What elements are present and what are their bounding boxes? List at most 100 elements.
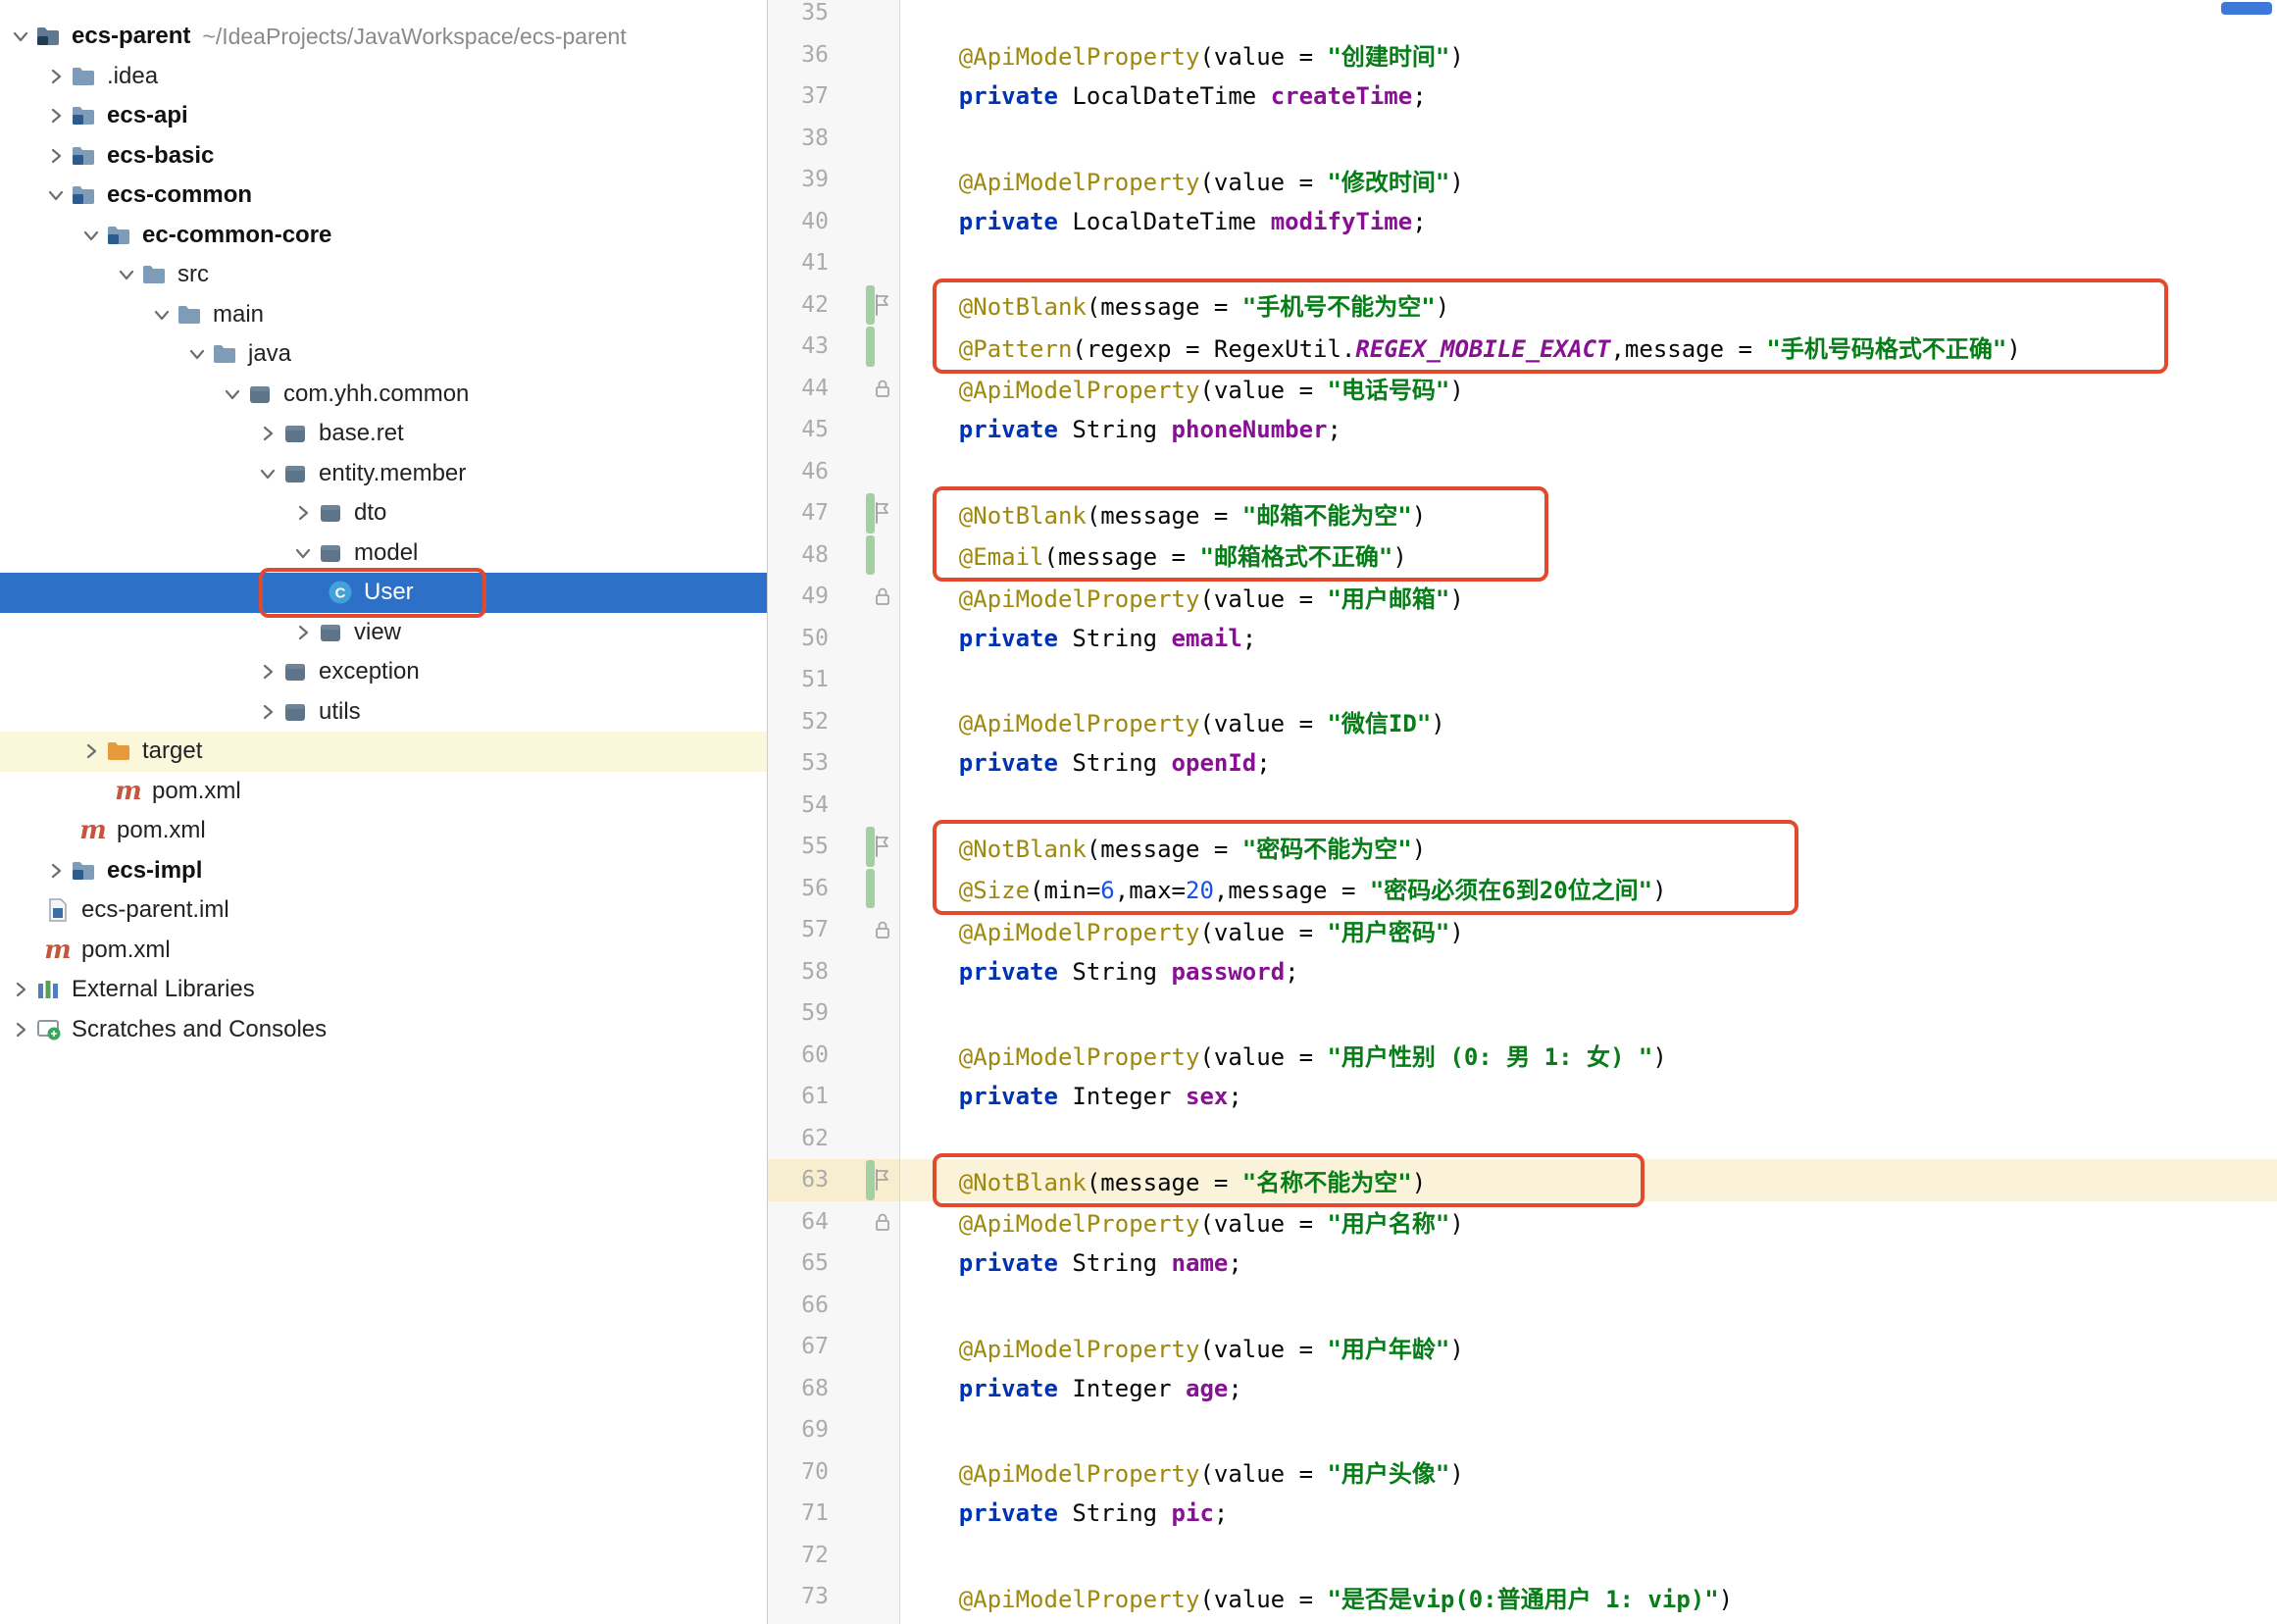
code-text[interactable]: @Email(message = "邮箱格式不正确") xyxy=(900,537,1407,572)
gutter-lock-icon[interactable] xyxy=(870,1209,895,1235)
chevron-down-icon[interactable] xyxy=(78,223,104,248)
code-line-69[interactable]: 69 xyxy=(768,1409,2277,1451)
chevron-right-icon[interactable] xyxy=(43,858,69,884)
chevron-right-icon[interactable] xyxy=(78,738,104,764)
chevron-right-icon[interactable] xyxy=(43,64,69,89)
code-line-64[interactable]: 64 @ApiModelProperty(value = "用户名称") xyxy=(768,1201,2277,1243)
vcs-change-marker[interactable] xyxy=(866,869,875,909)
code-editor[interactable]: 3536 @ApiModelProperty(value = "创建时间")37… xyxy=(768,0,2277,1624)
code-line-72[interactable]: 72 xyxy=(768,1535,2277,1577)
code-text[interactable]: @NotBlank(message = "名称不能为空") xyxy=(900,1163,1426,1197)
code-line-70[interactable]: 70 @ApiModelProperty(value = "用户头像") xyxy=(768,1451,2277,1494)
tree-item-ecs-parent[interactable]: ecs-parent~/IdeaProjects/JavaWorkspace/e… xyxy=(0,17,767,57)
code-line-57[interactable]: 57 @ApiModelProperty(value = "用户密码") xyxy=(768,909,2277,951)
code-line-62[interactable]: 62 xyxy=(768,1118,2277,1160)
code-text[interactable]: @Size(min=6,max=20,message = "密码必须在6到20位… xyxy=(900,871,1667,905)
code-line-59[interactable]: 59 xyxy=(768,992,2277,1035)
tree-item-java[interactable]: java xyxy=(0,334,767,375)
tree-item-ecs-impl[interactable]: ecs-impl xyxy=(0,851,767,891)
code-line-56[interactable]: 56 @Size(min=6,max=20,message = "密码必须在6到… xyxy=(768,868,2277,910)
chevron-right-icon[interactable] xyxy=(43,103,69,128)
scrollbar-thumb[interactable] xyxy=(2221,2,2272,15)
code-line-66[interactable]: 66 xyxy=(768,1285,2277,1327)
code-text[interactable]: @ApiModelProperty(value = "电话号码") xyxy=(900,371,1464,405)
code-line-42[interactable]: 42 @NotBlank(message = "手机号不能为空") xyxy=(768,284,2277,327)
code-line-35[interactable]: 35 xyxy=(768,0,2277,34)
gutter-flag-icon[interactable] xyxy=(870,292,895,318)
code-text[interactable]: @ApiModelProperty(value = "微信ID") xyxy=(900,704,1445,738)
vcs-change-marker[interactable] xyxy=(866,327,875,367)
code-line-40[interactable]: 40 private LocalDateTime modifyTime; xyxy=(768,201,2277,243)
tree-item-entity-member[interactable]: entity.member xyxy=(0,454,767,494)
tree-item-main[interactable]: main xyxy=(0,295,767,335)
code-text[interactable]: @ApiModelProperty(value = "用户年龄") xyxy=(900,1330,1464,1364)
code-text[interactable]: @NotBlank(message = "手机号不能为空") xyxy=(900,287,1449,322)
code-line-74[interactable]: 74 private Integer isVip; xyxy=(768,1618,2277,1624)
code-text[interactable]: @NotBlank(message = "密码不能为空") xyxy=(900,830,1426,864)
tree-item-ecs-parent-iml[interactable]: ecs-parent.iml xyxy=(0,890,767,931)
code-line-60[interactable]: 60 @ApiModelProperty(value = "用户性别 (0: 男… xyxy=(768,1035,2277,1077)
code-text[interactable]: @ApiModelProperty(value = "修改时间") xyxy=(900,163,1464,197)
code-text[interactable]: private LocalDateTime modifyTime; xyxy=(900,208,1427,235)
tree-item-ec-common-core[interactable]: ec-common-core xyxy=(0,216,767,256)
code-text[interactable]: @ApiModelProperty(value = "用户名称") xyxy=(900,1204,1464,1239)
chevron-right-icon[interactable] xyxy=(290,620,316,645)
tree-item-ecs-common[interactable]: ecs-common xyxy=(0,176,767,216)
chevron-down-icon[interactable] xyxy=(184,341,210,367)
code-line-54[interactable]: 54 xyxy=(768,785,2277,827)
code-text[interactable]: @Pattern(regexp = RegexUtil.REGEX_MOBILE… xyxy=(900,330,2021,364)
code-line-53[interactable]: 53 private String openId; xyxy=(768,742,2277,785)
code-line-37[interactable]: 37 private LocalDateTime createTime; xyxy=(768,76,2277,118)
code-text[interactable]: @ApiModelProperty(value = "用户头像") xyxy=(900,1454,1464,1489)
chevron-right-icon[interactable] xyxy=(255,659,280,685)
code-text[interactable]: private LocalDateTime createTime; xyxy=(900,82,1427,110)
gutter-flag-icon[interactable] xyxy=(870,500,895,526)
code-line-55[interactable]: 55 @NotBlank(message = "密码不能为空") xyxy=(768,826,2277,868)
code-text[interactable]: private String pic; xyxy=(900,1499,1228,1527)
code-line-38[interactable]: 38 xyxy=(768,118,2277,160)
gutter-lock-icon[interactable] xyxy=(870,584,895,609)
code-text[interactable]: private String phoneNumber; xyxy=(900,416,1341,443)
code-text[interactable]: @ApiModelProperty(value = "创建时间") xyxy=(900,37,1464,72)
code-text[interactable]: private Integer age; xyxy=(900,1375,1242,1402)
chevron-down-icon[interactable] xyxy=(149,302,175,328)
code-text[interactable]: @NotBlank(message = "邮箱不能为空") xyxy=(900,496,1426,531)
tree-item-model[interactable]: model xyxy=(0,533,767,574)
code-text[interactable]: @ApiModelProperty(value = "用户性别 (0: 男 1:… xyxy=(900,1038,1667,1072)
tree-item-src[interactable]: src xyxy=(0,255,767,295)
code-line-45[interactable]: 45 private String phoneNumber; xyxy=(768,409,2277,451)
tree-item-com-yhh-common[interactable]: com.yhh.common xyxy=(0,375,767,415)
code-text[interactable]: private Integer sex; xyxy=(900,1083,1242,1110)
code-line-67[interactable]: 67 @ApiModelProperty(value = "用户年龄") xyxy=(768,1326,2277,1368)
code-line-36[interactable]: 36 @ApiModelProperty(value = "创建时间") xyxy=(768,34,2277,76)
code-text[interactable]: @ApiModelProperty(value = "用户密码") xyxy=(900,913,1464,947)
tree-item-target[interactable]: target xyxy=(0,732,767,772)
tree-item-user[interactable]: CUser xyxy=(0,573,767,613)
chevron-right-icon[interactable] xyxy=(8,977,33,1002)
code-line-48[interactable]: 48 @Email(message = "邮箱格式不正确") xyxy=(768,534,2277,577)
code-line-52[interactable]: 52 @ApiModelProperty(value = "微信ID") xyxy=(768,701,2277,743)
tree-item-base-ret[interactable]: base.ret xyxy=(0,414,767,454)
code-line-51[interactable]: 51 xyxy=(768,659,2277,701)
code-line-47[interactable]: 47 @NotBlank(message = "邮箱不能为空") xyxy=(768,492,2277,534)
gutter-lock-icon[interactable] xyxy=(870,917,895,942)
chevron-down-icon[interactable] xyxy=(255,461,280,486)
tree-item-external-libraries[interactable]: External Libraries xyxy=(0,970,767,1010)
chevron-right-icon[interactable] xyxy=(255,421,280,446)
chevron-down-icon[interactable] xyxy=(8,24,33,49)
chevron-down-icon[interactable] xyxy=(220,381,245,407)
tree-item-pom-xml[interactable]: mpom.xml xyxy=(0,931,767,971)
code-line-65[interactable]: 65 private String name; xyxy=(768,1243,2277,1285)
chevron-right-icon[interactable] xyxy=(290,500,316,526)
code-text[interactable]: private String openId; xyxy=(900,749,1271,777)
tree-item-idea[interactable]: .idea xyxy=(0,57,767,97)
gutter-flag-icon[interactable] xyxy=(870,834,895,859)
tree-item-pom-xml[interactable]: mpom.xml xyxy=(0,811,767,851)
tree-item-ecs-api[interactable]: ecs-api xyxy=(0,96,767,136)
code-line-49[interactable]: 49 @ApiModelProperty(value = "用户邮箱") xyxy=(768,576,2277,618)
tree-item-utils[interactable]: utils xyxy=(0,692,767,733)
chevron-right-icon[interactable] xyxy=(8,1017,33,1042)
chevron-down-icon[interactable] xyxy=(43,182,69,208)
code-line-58[interactable]: 58 private String password; xyxy=(768,951,2277,993)
tree-item-exception[interactable]: exception xyxy=(0,652,767,692)
